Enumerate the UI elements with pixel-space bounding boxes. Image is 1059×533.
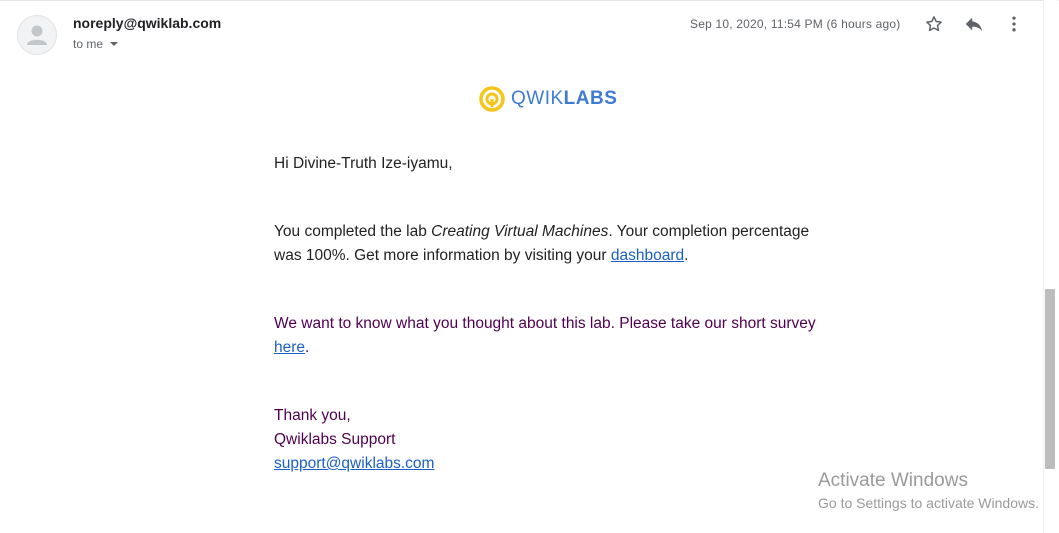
lab-name: Creating Virtual Machines (431, 223, 609, 240)
logo-text-light: QWIK (511, 88, 564, 109)
message-timestamp: Sep 10, 2020, 11:54 PM (6 hours ago) (690, 17, 901, 31)
watermark-subtitle: Go to Settings to activate Windows. (818, 495, 1039, 511)
activation-watermark: Activate Windows Go to Settings to activ… (818, 470, 1039, 511)
logo-text-bold: LABS (563, 88, 618, 109)
more-vert-icon (1012, 16, 1016, 32)
reply-icon (965, 17, 983, 32)
support-email-link[interactable]: support@qwiklabs.com (274, 452, 834, 476)
scrollbar-thumb[interactable] (1045, 289, 1055, 469)
chevron-down-icon[interactable] (110, 42, 119, 46)
logo-wordmark: QWIKLABS (511, 88, 617, 110)
watermark-title: Activate Windows (818, 470, 968, 491)
star-icon (926, 16, 942, 32)
recipient-label: to me (73, 37, 104, 51)
support-team: Qwiklabs Support (274, 431, 396, 448)
signature: Thank you, Qwiklabs Support support@qwik… (274, 404, 834, 476)
greeting: Hi Divine-Truth Ize-iyamu, (274, 155, 453, 172)
sender-email[interactable]: noreply@qwiklab.com (73, 15, 221, 31)
survey-paragraph: We want to know what you thought about t… (274, 312, 834, 360)
qwiklabs-logo-icon (479, 86, 505, 112)
completion-paragraph: You completed the lab Creating Virtual M… (274, 220, 834, 268)
recipient-details[interactable]: to me (73, 37, 119, 51)
sender-avatar[interactable] (17, 15, 57, 55)
survey-text: We want to know what you thought about t… (274, 315, 816, 332)
qwiklabs-logo[interactable]: QWIKLABS (479, 86, 617, 112)
top-border (0, 0, 1059, 1)
more-options-button[interactable] (1002, 12, 1026, 36)
completion-text-end: . (684, 247, 689, 264)
completion-text-start: You completed the lab (274, 223, 432, 240)
survey-text-end: . (305, 339, 310, 356)
survey-link[interactable]: here (274, 339, 305, 356)
dashboard-link[interactable]: dashboard (611, 247, 684, 264)
star-button[interactable] (922, 12, 946, 36)
signoff: Thank you, (274, 407, 351, 424)
reply-button[interactable] (962, 12, 986, 36)
person-avatar-icon (27, 25, 47, 45)
